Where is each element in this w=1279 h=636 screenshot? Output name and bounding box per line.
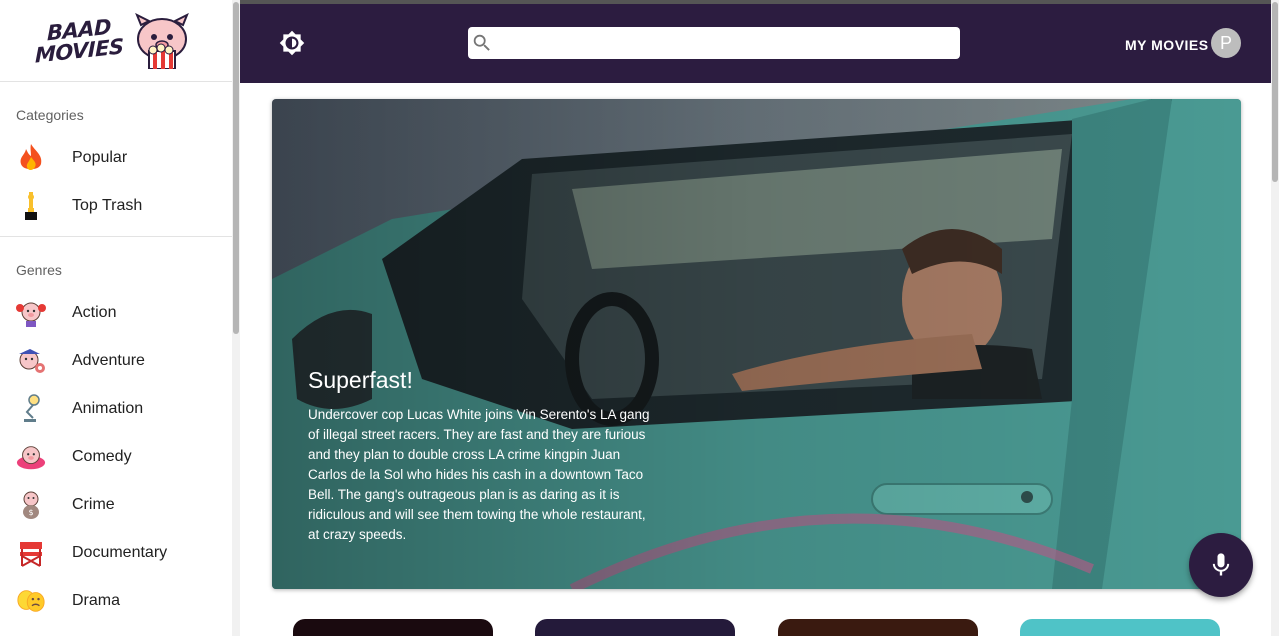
pig-popcorn-icon bbox=[135, 12, 190, 69]
sidebar-item-documentary[interactable]: Documentary bbox=[0, 529, 232, 577]
my-movies-link[interactable]: MY MOVIES bbox=[1125, 37, 1209, 53]
lamp-icon bbox=[16, 394, 46, 424]
sidebar-item-label: Crime bbox=[72, 496, 115, 513]
sidebar-item-drama[interactable]: Drama bbox=[0, 577, 232, 625]
genres-title: Genres bbox=[16, 262, 62, 278]
sidebar-item-label: Documentary bbox=[72, 544, 168, 561]
search-input[interactable] bbox=[468, 27, 960, 59]
categories-section: Categories Popular Top Trash bbox=[0, 82, 232, 237]
fire-icon bbox=[16, 143, 46, 173]
sidebar-item-label: Top Trash bbox=[72, 197, 143, 214]
avatar[interactable]: P bbox=[1211, 28, 1241, 58]
sidebar-item-top-trash[interactable]: Top Trash bbox=[0, 182, 232, 230]
sidebar-scrollbar-thumb[interactable] bbox=[233, 2, 239, 334]
top-app-bar: MY MOVIES P bbox=[240, 0, 1271, 83]
sidebar-item-action[interactable]: Action bbox=[0, 289, 232, 337]
logo-text: BAAD MOVIES bbox=[35, 14, 124, 67]
movie-card[interactable] bbox=[1020, 619, 1220, 636]
sidebar-scrollbar[interactable] bbox=[232, 0, 240, 636]
mic-icon bbox=[1212, 553, 1230, 576]
page-scrollbar[interactable] bbox=[1271, 0, 1279, 636]
sidebar-item-label: Comedy bbox=[72, 448, 132, 465]
movie-card[interactable] bbox=[778, 619, 978, 636]
sidebar: BAAD MOVIES Categories Popular Top Trash… bbox=[0, 0, 240, 636]
search-icon bbox=[473, 34, 490, 51]
sidebar-item-animation[interactable]: Animation bbox=[0, 385, 232, 433]
trophy-icon bbox=[16, 191, 46, 221]
sidebar-item-label: Adventure bbox=[72, 352, 145, 369]
theme-toggle-button[interactable] bbox=[279, 30, 305, 56]
sidebar-item-popular[interactable]: Popular bbox=[0, 134, 232, 182]
featured-movie-banner[interactable]: Superfast! Undercover cop Lucas White jo… bbox=[272, 99, 1241, 589]
sidebar-item-label: Animation bbox=[72, 400, 144, 417]
hero-title: Superfast! bbox=[308, 367, 413, 393]
movie-card[interactable] bbox=[293, 619, 493, 636]
pig-adventure-icon bbox=[16, 346, 46, 376]
voice-search-button[interactable] bbox=[1189, 533, 1253, 597]
sidebar-item-comedy[interactable]: Comedy bbox=[0, 433, 232, 481]
pig-moneybag-icon: $ bbox=[16, 490, 46, 520]
hero-description: Undercover cop Lucas White joins Vin Ser… bbox=[308, 407, 650, 542]
sidebar-item-label: Popular bbox=[72, 149, 128, 166]
pig-donut-icon bbox=[16, 442, 46, 472]
pig-boxing-icon bbox=[16, 298, 46, 328]
sidebar-item-adventure[interactable]: Adventure bbox=[0, 337, 232, 385]
page-scrollbar-thumb[interactable] bbox=[1272, 2, 1278, 182]
brightness-icon bbox=[279, 30, 305, 56]
svg-text:$: $ bbox=[28, 508, 33, 517]
genres-section: Genres Action Adventure Animation Comedy bbox=[0, 237, 232, 625]
sidebar-item-label: Drama bbox=[72, 592, 121, 609]
theater-masks-icon bbox=[16, 586, 46, 616]
sidebar-item-crime[interactable]: $ Crime bbox=[0, 481, 232, 529]
movie-card[interactable] bbox=[535, 619, 735, 636]
logo[interactable]: BAAD MOVIES bbox=[0, 0, 232, 82]
categories-title: Categories bbox=[16, 107, 84, 123]
sidebar-item-label: Action bbox=[72, 304, 117, 321]
directors-chair-icon bbox=[16, 538, 46, 568]
